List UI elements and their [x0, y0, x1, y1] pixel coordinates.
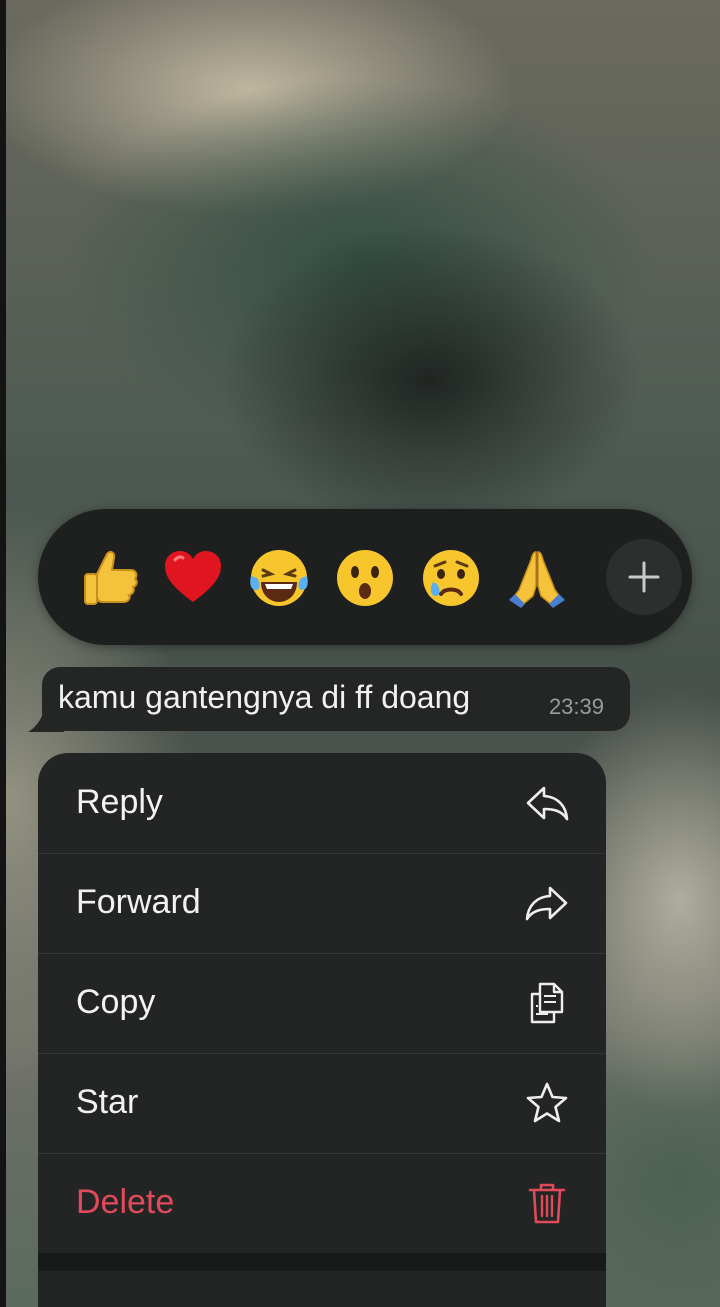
- message-time: 23:39: [548, 694, 604, 719]
- menu-item-copy[interactable]: Copy: [38, 953, 606, 1054]
- menu-item-label: Star: [76, 1083, 139, 1121]
- screen-edge: [0, 0, 6, 1307]
- menu-item-delete[interactable]: Delete: [38, 1153, 606, 1253]
- reaction-red-heart[interactable]: [158, 543, 228, 613]
- heart-icon: [165, 551, 221, 602]
- copy-icon: [530, 982, 564, 1024]
- folded-hands-icon: [509, 551, 565, 608]
- reaction-tears-of-joy[interactable]: [244, 543, 314, 613]
- thumbs-up-icon: [84, 550, 138, 605]
- plus-icon: [628, 561, 660, 593]
- message-bubble[interactable]: kamu gantengnya di ff doang 23:39: [42, 667, 630, 731]
- laughing-face-icon: [250, 550, 308, 606]
- star-icon: [526, 1082, 568, 1123]
- menu-item-label: Reply: [76, 783, 163, 821]
- trash-icon: [528, 1183, 566, 1224]
- menu-item-forward[interactable]: Forward: [38, 853, 606, 954]
- message-text: kamu gantengnya di ff doang: [58, 679, 471, 715]
- menu-item-label: Copy: [76, 983, 156, 1021]
- menu-item-more[interactable]: [38, 1271, 606, 1307]
- message-context-menu: Reply Forward Copy Star Delete: [38, 753, 606, 1307]
- reaction-folded-hands[interactable]: [502, 543, 572, 613]
- reaction-thumbs-up[interactable]: [74, 543, 144, 613]
- reaction-surprised[interactable]: [330, 543, 400, 613]
- menu-item-label: Delete: [76, 1183, 175, 1221]
- reaction-sad-tear[interactable]: [416, 543, 486, 613]
- sad-face-icon: [423, 550, 479, 606]
- reply-icon: [526, 786, 569, 821]
- menu-section-divider: [38, 1253, 606, 1271]
- menu-item-reply[interactable]: Reply: [38, 753, 606, 854]
- menu-item-star[interactable]: Star: [38, 1053, 606, 1154]
- more-reactions-button[interactable]: [606, 539, 682, 615]
- surprised-face-icon: [337, 550, 393, 606]
- reaction-bar: [38, 509, 692, 645]
- forward-icon: [525, 886, 568, 921]
- menu-item-label: Forward: [76, 883, 201, 921]
